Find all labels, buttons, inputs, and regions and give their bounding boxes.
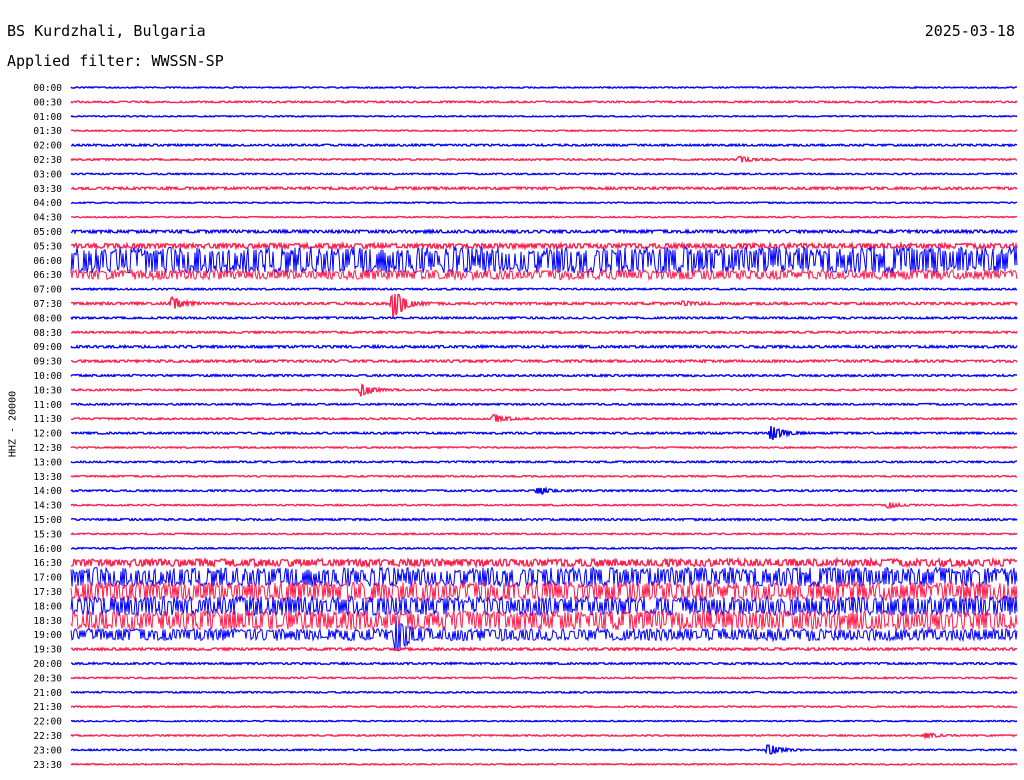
seismic-trace bbox=[70, 675, 1018, 680]
time-tick-label: 15:00 bbox=[33, 515, 62, 526]
seismic-trace bbox=[70, 546, 1018, 551]
seismic-trace bbox=[70, 228, 1018, 235]
seismic-trace bbox=[70, 343, 1018, 350]
seismic-trace bbox=[70, 425, 1017, 441]
seismic-trace bbox=[70, 556, 1018, 569]
time-tick-label: 07:00 bbox=[33, 285, 62, 296]
seismic-trace bbox=[71, 413, 1018, 424]
seismic-trace bbox=[70, 594, 1018, 617]
time-tick-label: 11:30 bbox=[33, 414, 62, 425]
time-tick-label: 19:00 bbox=[33, 630, 62, 641]
seismic-trace bbox=[71, 215, 1017, 219]
time-tick-label: 01:00 bbox=[33, 112, 62, 123]
trace-group bbox=[70, 85, 1018, 766]
seismic-trace bbox=[70, 315, 1018, 321]
seismic-trace bbox=[70, 201, 1017, 205]
seismic-trace bbox=[70, 240, 1018, 252]
seismic-trace bbox=[70, 646, 1018, 652]
time-tick-label: 22:00 bbox=[33, 717, 62, 728]
time-tick-label: 10:30 bbox=[33, 385, 62, 396]
time-tick-label: 02:00 bbox=[33, 141, 62, 152]
time-tick-label: 18:00 bbox=[33, 601, 62, 612]
time-tick-label: 08:00 bbox=[33, 313, 62, 324]
time-tick-label: 12:00 bbox=[33, 429, 62, 440]
time-tick-label: 04:00 bbox=[33, 198, 62, 209]
seismic-trace bbox=[70, 286, 1018, 292]
time-tick-labels: 00:00 00:30 01:00 01:30 02:00 02:30 03:00 03:30… bbox=[33, 83, 62, 771]
time-tick-label: 06:00 bbox=[33, 256, 62, 267]
time-tick-label: 03:30 bbox=[33, 184, 62, 195]
time-tick-label: 13:00 bbox=[33, 457, 62, 468]
seismic-trace bbox=[71, 358, 1018, 365]
seismic-trace bbox=[70, 704, 1018, 709]
time-tick-label: 10:00 bbox=[33, 371, 62, 382]
seismic-trace bbox=[70, 293, 1018, 319]
time-tick-label: 05:00 bbox=[33, 227, 62, 238]
seismic-trace bbox=[70, 474, 1017, 479]
seismic-trace bbox=[71, 383, 1018, 397]
time-tick-label: 23:30 bbox=[33, 760, 62, 771]
time-tick-label: 00:00 bbox=[33, 83, 62, 94]
time-tick-label: 19:30 bbox=[33, 645, 62, 656]
seismic-trace bbox=[70, 719, 1018, 723]
seismic-trace bbox=[70, 142, 1018, 148]
seismic-trace bbox=[70, 99, 1018, 104]
time-tick-label: 17:00 bbox=[33, 573, 62, 584]
time-tick-label: 06:30 bbox=[33, 270, 62, 281]
time-tick-label: 01:30 bbox=[33, 126, 62, 137]
seismic-trace bbox=[70, 155, 1018, 163]
time-tick-label: 03:00 bbox=[33, 169, 62, 180]
seismic-trace bbox=[70, 172, 1018, 176]
time-tick-label: 16:30 bbox=[33, 558, 62, 569]
time-tick-label: 22:30 bbox=[33, 731, 62, 742]
time-tick-label: 02:30 bbox=[33, 155, 62, 166]
seismic-trace bbox=[70, 129, 1018, 133]
seismic-trace bbox=[70, 373, 1018, 378]
time-tick-label: 21:30 bbox=[33, 702, 62, 713]
seismic-trace bbox=[70, 609, 1018, 632]
seismic-trace bbox=[70, 501, 1018, 509]
time-tick-label: 21:00 bbox=[33, 688, 62, 699]
seismic-trace bbox=[70, 532, 1018, 536]
seismic-trace bbox=[70, 459, 1017, 464]
time-tick-label: 09:30 bbox=[33, 357, 62, 368]
time-tick-label: 20:30 bbox=[33, 673, 62, 684]
time-tick-label: 20:00 bbox=[33, 659, 62, 670]
seismic-trace bbox=[70, 762, 1018, 766]
seismic-trace bbox=[70, 744, 1018, 755]
seismic-trace bbox=[70, 85, 1018, 90]
time-tick-label: 00:30 bbox=[33, 97, 62, 108]
seismic-trace bbox=[70, 732, 1018, 741]
seismogram-plot: 00:00 00:30 01:00 01:30 02:00 02:30 03:00 03:30… bbox=[33, 83, 1018, 771]
seismic-trace bbox=[70, 402, 1018, 407]
seismic-trace bbox=[70, 485, 1018, 496]
seismic-trace bbox=[70, 245, 1018, 276]
time-tick-label: 18:30 bbox=[33, 616, 62, 627]
time-tick-label: 14:00 bbox=[33, 486, 62, 497]
time-tick-label: 17:30 bbox=[33, 587, 62, 598]
seismic-trace bbox=[70, 445, 1018, 450]
seismic-trace bbox=[70, 661, 1018, 666]
time-tick-label: 07:30 bbox=[33, 299, 62, 310]
time-tick-label: 15:30 bbox=[33, 529, 62, 540]
seismic-trace bbox=[70, 690, 1018, 695]
seismic-trace bbox=[70, 329, 1018, 335]
time-tick-label: 14:30 bbox=[33, 501, 62, 512]
seismic-trace bbox=[70, 517, 1018, 522]
time-tick-label: 08:30 bbox=[33, 328, 62, 339]
time-tick-label: 16:00 bbox=[33, 544, 62, 555]
time-tick-label: 04:30 bbox=[33, 213, 62, 224]
time-tick-label: 11:00 bbox=[33, 400, 62, 411]
time-tick-label: 05:30 bbox=[33, 241, 62, 252]
time-tick-label: 09:00 bbox=[33, 342, 62, 353]
seismic-trace bbox=[70, 114, 1018, 118]
time-tick-label: 12:30 bbox=[33, 443, 62, 454]
seismic-trace bbox=[70, 185, 1018, 192]
time-tick-label: 23:00 bbox=[33, 745, 62, 756]
time-tick-label: 13:30 bbox=[33, 472, 62, 483]
